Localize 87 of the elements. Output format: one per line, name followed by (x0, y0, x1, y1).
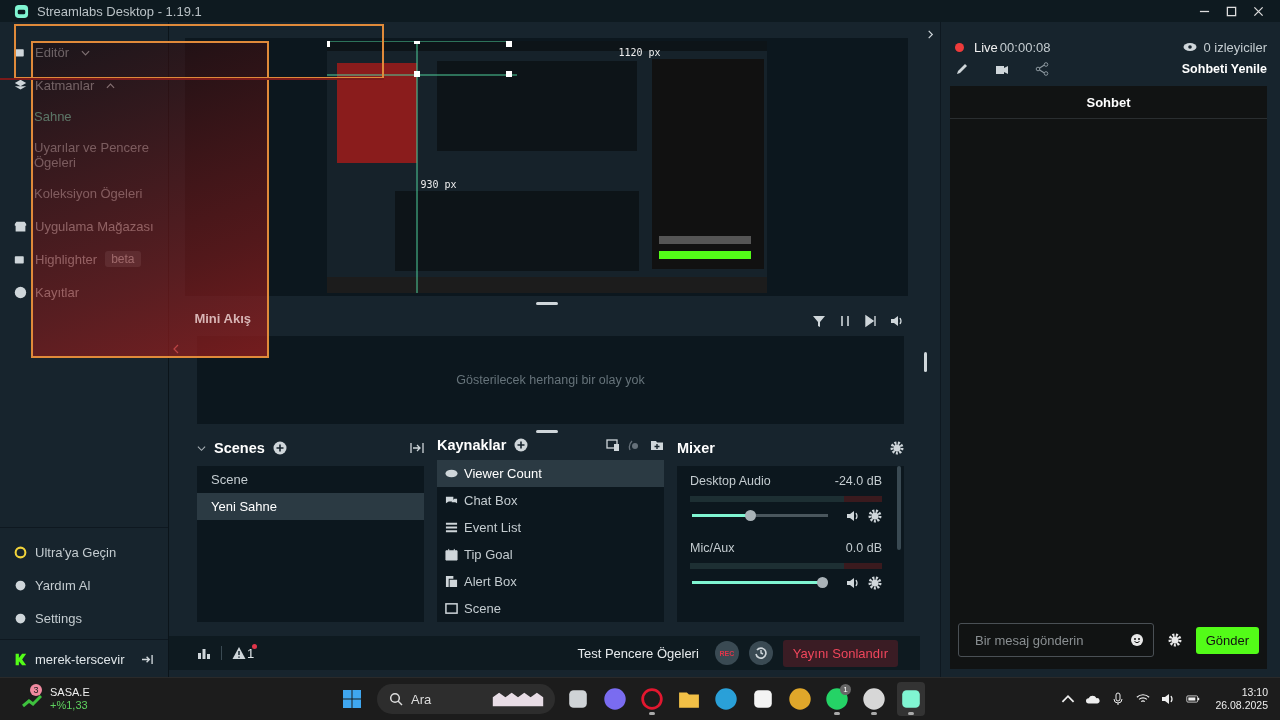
pause-icon[interactable] (838, 314, 852, 328)
volume-icon[interactable] (1161, 692, 1176, 706)
source-item[interactable]: Viewer Count (437, 460, 664, 487)
scene-row[interactable]: Yeni Sahne (197, 493, 424, 520)
image-icon (445, 602, 458, 615)
channel-reading: 0.0 dB (845, 541, 882, 555)
nav-item[interactable]: Settings (0, 602, 168, 635)
window-title: Streamlabs Desktop - 1.19.1 (37, 3, 202, 19)
replay-button[interactable] (748, 641, 773, 665)
live-label: Live (974, 39, 998, 55)
viewer-count: 0 izleyiciler (1203, 39, 1267, 55)
account-name: merek-terscevir (35, 652, 125, 667)
panel-title: Kaynaklar (437, 437, 507, 453)
calendar-icon (445, 548, 458, 561)
store-icon (14, 219, 27, 233)
notification-badge: 1 (840, 684, 851, 695)
chat-title: Sohbet (950, 86, 1267, 119)
microphone-icon[interactable] (1111, 692, 1126, 706)
maximize-icon[interactable] (1226, 5, 1237, 17)
folder-add-icon[interactable] (650, 438, 664, 452)
volume-slider[interactable] (692, 510, 828, 521)
end-stream-button[interactable]: Yayını Sonlandır (782, 639, 898, 667)
trend-icon (22, 694, 42, 708)
speaker-icon[interactable] (846, 575, 860, 590)
app-logo-icon (14, 3, 29, 19)
send-button[interactable]: Gönder (1195, 626, 1259, 654)
width-measure: 1120 px (618, 47, 661, 58)
channel-name: Mic/Aux (690, 541, 735, 555)
scene-row[interactable]: Scene (197, 466, 424, 493)
eye-icon (445, 467, 458, 480)
copy-icon (445, 575, 458, 588)
logout-icon[interactable] (141, 654, 154, 665)
nav-item[interactable]: Yardım Al (0, 569, 168, 602)
speaker-icon[interactable] (846, 508, 860, 523)
warning-icon (232, 646, 246, 660)
beta-badge: beta (105, 251, 141, 268)
volume-slider[interactable] (692, 577, 828, 588)
live-timer: 00:00:08 (999, 39, 1051, 55)
history-icon (753, 646, 768, 660)
battery-icon[interactable] (1186, 692, 1201, 706)
height-measure: 930 px (420, 179, 457, 190)
bar-chart-icon[interactable] (197, 646, 211, 660)
refresh-chat-button[interactable]: Sohbeti Yenile (1181, 62, 1267, 76)
empty-message: Gösterilecek herhangi bir olay yok (456, 373, 645, 387)
stock-change: +%1,33 (50, 699, 89, 712)
app-icon (900, 688, 922, 710)
source-item[interactable]: Chat Box (437, 487, 664, 514)
chevron-down-icon[interactable] (80, 49, 90, 56)
k-logo-icon (14, 653, 27, 666)
clock-date: 26.08.2025 (1215, 699, 1268, 712)
live-indicator-icon (955, 42, 964, 52)
chevron-right-icon[interactable] (925, 30, 935, 39)
source-item[interactable]: Scene (437, 595, 664, 622)
collapse-icon[interactable] (410, 441, 424, 455)
emoji-icon[interactable] (1129, 633, 1144, 647)
skip-icon[interactable] (864, 314, 878, 328)
filter-icon[interactable] (812, 314, 826, 328)
devices-icon[interactable] (606, 438, 620, 452)
add-icon[interactable] (514, 438, 529, 452)
clock-time: 13:10 (1241, 686, 1268, 699)
layers-icon (14, 79, 27, 92)
source-item[interactable]: Tip Goal (437, 541, 664, 568)
test-widgets-button[interactable]: Test Pencere Ögeleri (571, 645, 705, 661)
channel-name: Desktop Audio (690, 474, 771, 488)
alert-indicator[interactable]: 1 (232, 645, 255, 661)
pencil-icon[interactable] (955, 62, 969, 76)
volume-icon[interactable] (890, 314, 904, 328)
channel-reading: -24.0 dB (834, 474, 882, 488)
search-icon (389, 692, 403, 706)
notification-badge: 3 (30, 684, 42, 696)
eye-icon (1183, 40, 1198, 54)
list-icon (445, 521, 458, 534)
add-icon[interactable] (272, 441, 287, 455)
message-input-field[interactable]: Bir mesaj gönderin (958, 623, 1154, 657)
share-icon[interactable] (1035, 62, 1049, 76)
source-item[interactable]: Alert Box (437, 568, 664, 595)
taskbar-app[interactable] (897, 682, 925, 716)
panel-title: Mixer (677, 440, 715, 456)
taskbar-app[interactable]: 1 (823, 682, 851, 716)
mini-player-label: Mini Akış (194, 311, 251, 326)
close-icon[interactable] (1253, 5, 1264, 17)
source-item[interactable]: Event List (437, 514, 664, 541)
nav-item[interactable]: Ultra'ya Geçin (0, 536, 168, 569)
stock-symbol: SASA.E (50, 686, 90, 699)
panel-title: Scenes (214, 440, 265, 456)
chevron-down-icon[interactable] (197, 443, 206, 453)
houses-icon (491, 690, 545, 708)
